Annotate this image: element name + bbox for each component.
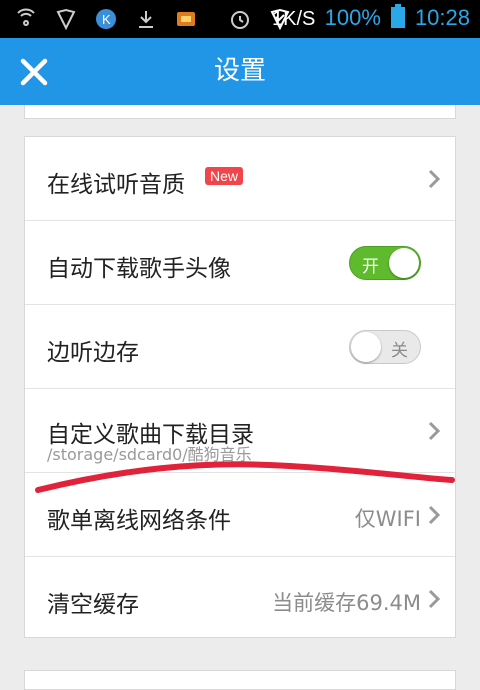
- k-app-icon: K: [94, 7, 118, 31]
- setting-playlist-offline-network[interactable]: 歌单离线网络条件 仅WIFI: [25, 473, 455, 557]
- toggle-label: 开: [362, 257, 379, 277]
- chevron-right-icon: [428, 169, 441, 189]
- setting-clear-cache[interactable]: 清空缓存 当前缓存69.4M: [25, 557, 455, 641]
- battery-icon: [390, 4, 405, 32]
- svg-text:K: K: [102, 12, 111, 27]
- save-while-listening-toggle[interactable]: 关: [349, 330, 421, 364]
- new-badge: New: [205, 167, 244, 185]
- battery-percent: 100%: [324, 5, 381, 30]
- setting-label: 清空缓存: [47, 592, 139, 618]
- setting-label: 边听边存: [47, 340, 139, 366]
- setting-auto-download-artist-avatar: 自动下载歌手头像 开: [25, 221, 455, 305]
- setting-save-while-listening: 边听边存 关: [25, 305, 455, 389]
- setting-label: 自动下载歌手头像: [47, 256, 231, 282]
- toggle-knob: [389, 248, 419, 278]
- download-path: /storage/sdcard0/酷狗音乐: [47, 445, 252, 464]
- close-icon: [20, 58, 48, 86]
- chevron-right-icon: [428, 421, 441, 441]
- page-title: 设置: [213, 56, 266, 86]
- alarm-icon: [228, 7, 252, 31]
- setting-online-audio-quality[interactable]: 在线试听音质 New: [25, 137, 455, 221]
- setting-label: 歌单离线网络条件: [47, 508, 231, 534]
- close-button[interactable]: [18, 56, 50, 88]
- shield-icon: [54, 7, 78, 31]
- status-icons: K: [14, 7, 292, 31]
- toggle-knob: [351, 332, 381, 362]
- chevron-right-icon: [428, 589, 441, 609]
- status-right: 100% 10:28: [325, 4, 470, 32]
- wifi-signal-icon: [14, 7, 38, 31]
- setting-label: 在线试听音质: [47, 172, 185, 198]
- chevron-right-icon: [428, 505, 441, 525]
- download-icon: [134, 7, 158, 31]
- setting-value: 仅WIFI: [354, 507, 421, 531]
- next-settings-card: [24, 670, 456, 690]
- game-icon: [174, 7, 198, 31]
- clock: 10:28: [414, 5, 470, 30]
- toggle-label: 关: [391, 341, 408, 361]
- status-bar: K 1K/S 100% 10:28: [0, 0, 480, 38]
- app-header: 设置: [0, 38, 480, 105]
- settings-card: 在线试听音质 New 自动下载歌手头像 开 边听边存 关 自定义歌曲下载目录 /…: [24, 136, 456, 638]
- setting-value: 当前缓存69.4M: [272, 591, 421, 615]
- setting-custom-download-directory[interactable]: 自定义歌曲下载目录 /storage/sdcard0/酷狗音乐: [25, 389, 455, 473]
- avatar-download-toggle[interactable]: 开: [349, 246, 421, 280]
- network-speed: 1K/S: [272, 8, 316, 30]
- previous-settings-card: [24, 105, 456, 119]
